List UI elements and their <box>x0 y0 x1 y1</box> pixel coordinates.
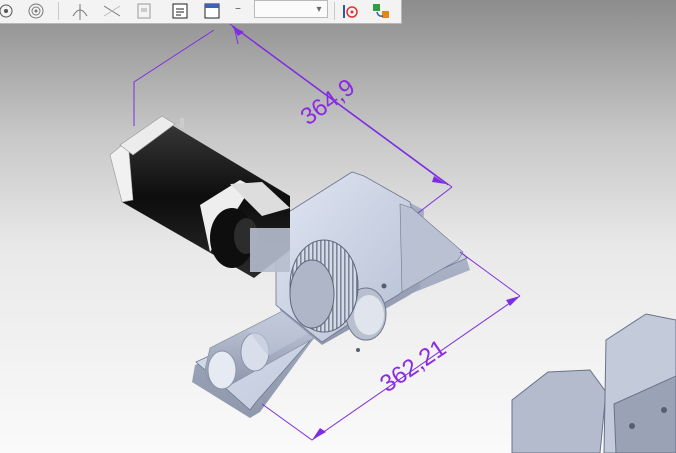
toolbar: – ▾ <box>0 0 402 24</box>
toolbar-dash: – <box>235 1 241 15</box>
toolbar-separator <box>334 2 335 20</box>
view-target-icon[interactable] <box>24 0 48 22</box>
measure-icon[interactable] <box>98 0 126 22</box>
dimension-labels-layer: 364,9 362,21 <box>296 74 452 398</box>
chevron-down-icon[interactable]: ▾ <box>312 2 326 16</box>
color-component-icon[interactable] <box>368 0 394 22</box>
dimension-label-2[interactable]: 362,21 <box>375 335 451 398</box>
dimension-label-1[interactable]: 364,9 <box>296 74 360 131</box>
rotate-view-icon[interactable] <box>66 0 94 22</box>
assembly-icon[interactable] <box>130 0 158 22</box>
view-front-icon[interactable] <box>0 0 16 22</box>
properties-icon[interactable] <box>168 0 192 22</box>
toolbar-separator <box>58 2 59 20</box>
snap-point-icon[interactable] <box>338 0 362 22</box>
cad-viewport[interactable]: 364,9 362,21 – ▾ <box>0 0 676 453</box>
window-icon[interactable] <box>200 0 224 22</box>
